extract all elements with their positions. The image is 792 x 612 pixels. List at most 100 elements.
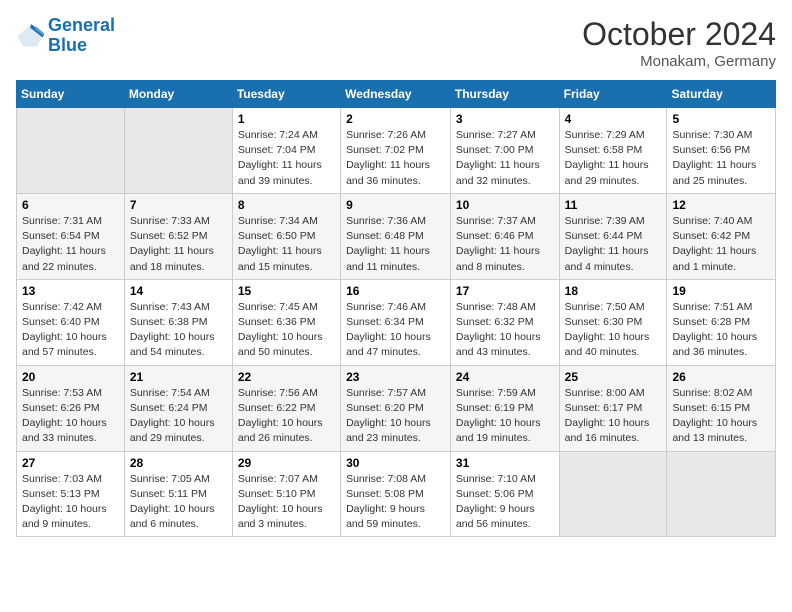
day-number: 17 [456, 284, 554, 298]
day-cell: 27Sunrise: 7:03 AM Sunset: 5:13 PM Dayli… [17, 451, 125, 537]
day-info: Sunrise: 7:37 AM Sunset: 6:46 PM Dayligh… [456, 214, 554, 275]
title-block: October 2024 Monakam, Germany [582, 16, 776, 70]
day-cell: 7Sunrise: 7:33 AM Sunset: 6:52 PM Daylig… [124, 193, 232, 279]
day-info: Sunrise: 7:40 AM Sunset: 6:42 PM Dayligh… [672, 214, 770, 275]
day-cell: 13 Sunrise: 7:42 AM Sunset: 6:40 PM Dayli… [17, 279, 125, 365]
day-number: 14 [130, 284, 227, 298]
day-cell: 5 Sunrise: 7:30 AM Sunset: 6:56 PM Daylig… [667, 108, 776, 194]
day-info: Sunrise: 7:10 AM Sunset: 5:06 PM Dayligh… [456, 472, 554, 533]
day-cell: 21 Sunrise: 7:54 AM Sunset: 6:24 PM Dayli… [124, 365, 232, 451]
day-number: 21 [130, 370, 227, 384]
week-row-4: 20Sunrise: 7:53 AM Sunset: 6:26 PM Dayli… [17, 365, 776, 451]
day-number: 24 [456, 370, 554, 384]
day-info: Sunrise: 7:36 AM Sunset: 6:48 PM Dayligh… [346, 214, 445, 275]
day-cell [559, 451, 667, 537]
day-cell: 9 Sunrise: 7:36 AM Sunset: 6:48 PM Daylig… [341, 193, 451, 279]
day-info: Sunrise: 8:02 AM Sunset: 6:15 PM Dayligh… [672, 386, 770, 447]
day-cell: 3 Sunrise: 7:27 AM Sunset: 7:00 PM Daylig… [450, 108, 559, 194]
day-info: Sunrise: 7:46 AM Sunset: 6:34 PM Dayligh… [346, 300, 445, 361]
day-cell: 8 Sunrise: 7:34 AM Sunset: 6:50 PM Daylig… [232, 193, 340, 279]
day-cell: 12 Sunrise: 7:40 AM Sunset: 6:42 PM Dayli… [667, 193, 776, 279]
day-info: Sunrise: 7:34 AM Sunset: 6:50 PM Dayligh… [238, 214, 335, 275]
day-number: 2 [346, 112, 445, 126]
day-cell [17, 108, 125, 194]
day-cell [124, 108, 232, 194]
day-cell: 16 Sunrise: 7:46 AM Sunset: 6:34 PM Dayli… [341, 279, 451, 365]
col-header-saturday: Saturday [667, 81, 776, 108]
day-info: Sunrise: 7:59 AM Sunset: 6:19 PM Dayligh… [456, 386, 554, 447]
day-cell: 31Sunrise: 7:10 AM Sunset: 5:06 PM Dayli… [450, 451, 559, 537]
col-header-wednesday: Wednesday [341, 81, 451, 108]
day-cell: 15 Sunrise: 7:45 AM Sunset: 6:36 PM Dayli… [232, 279, 340, 365]
month-title: October 2024 [582, 16, 776, 53]
day-number: 22 [238, 370, 335, 384]
day-number: 13 [22, 284, 119, 298]
day-cell: 4 Sunrise: 7:29 AM Sunset: 6:58 PM Daylig… [559, 108, 667, 194]
week-row-5: 27Sunrise: 7:03 AM Sunset: 5:13 PM Dayli… [17, 451, 776, 537]
logo: General Blue [16, 16, 115, 56]
day-info: Sunrise: 7:43 AM Sunset: 6:38 PM Dayligh… [130, 300, 227, 361]
day-info: Sunrise: 7:27 AM Sunset: 7:00 PM Dayligh… [456, 128, 554, 189]
day-cell: 14 Sunrise: 7:43 AM Sunset: 6:38 PM Dayli… [124, 279, 232, 365]
day-cell: 23 Sunrise: 7:57 AM Sunset: 6:20 PM Dayli… [341, 365, 451, 451]
week-row-2: 6Sunrise: 7:31 AM Sunset: 6:54 PM Daylig… [17, 193, 776, 279]
day-number: 1 [238, 112, 335, 126]
day-info: Sunrise: 7:51 AM Sunset: 6:28 PM Dayligh… [672, 300, 770, 361]
day-info: Sunrise: 7:05 AM Sunset: 5:11 PM Dayligh… [130, 472, 227, 533]
day-number: 5 [672, 112, 770, 126]
day-cell: 18Sunrise: 7:50 AM Sunset: 6:30 PM Dayli… [559, 279, 667, 365]
day-number: 7 [130, 198, 227, 212]
day-cell [667, 451, 776, 537]
day-info: Sunrise: 7:57 AM Sunset: 6:20 PM Dayligh… [346, 386, 445, 447]
day-cell: 19 Sunrise: 7:51 AM Sunset: 6:28 PM Dayli… [667, 279, 776, 365]
day-number: 12 [672, 198, 770, 212]
day-number: 6 [22, 198, 119, 212]
day-number: 16 [346, 284, 445, 298]
day-info: Sunrise: 7:26 AM Sunset: 7:02 PM Dayligh… [346, 128, 445, 189]
day-cell: 28 Sunrise: 7:05 AM Sunset: 5:11 PM Dayli… [124, 451, 232, 537]
week-row-1: 1 Sunrise: 7:24 AM Sunset: 7:04 PM Daylig… [17, 108, 776, 194]
calendar-table: SundayMondayTuesdayWednesdayThursdayFrid… [16, 80, 776, 537]
day-info: Sunrise: 7:07 AM Sunset: 5:10 PM Dayligh… [238, 472, 335, 533]
day-number: 30 [346, 456, 445, 470]
day-number: 23 [346, 370, 445, 384]
calendar-header: SundayMondayTuesdayWednesdayThursdayFrid… [17, 81, 776, 108]
day-cell: 6Sunrise: 7:31 AM Sunset: 6:54 PM Daylig… [17, 193, 125, 279]
day-cell: 24 Sunrise: 7:59 AM Sunset: 6:19 PM Dayli… [450, 365, 559, 451]
location-subtitle: Monakam, Germany [582, 53, 776, 70]
day-cell: 1 Sunrise: 7:24 AM Sunset: 7:04 PM Daylig… [232, 108, 340, 194]
day-info: Sunrise: 7:29 AM Sunset: 6:58 PM Dayligh… [565, 128, 662, 189]
day-info: Sunrise: 7:39 AM Sunset: 6:44 PM Dayligh… [565, 214, 662, 275]
day-info: Sunrise: 7:50 AM Sunset: 6:30 PM Dayligh… [565, 300, 662, 361]
day-number: 26 [672, 370, 770, 384]
day-number: 15 [238, 284, 335, 298]
day-number: 4 [565, 112, 662, 126]
day-info: Sunrise: 7:30 AM Sunset: 6:56 PM Dayligh… [672, 128, 770, 189]
day-cell: 29 Sunrise: 7:07 AM Sunset: 5:10 PM Dayli… [232, 451, 340, 537]
day-number: 3 [456, 112, 554, 126]
day-info: Sunrise: 7:03 AM Sunset: 5:13 PM Dayligh… [22, 472, 119, 533]
day-info: Sunrise: 7:42 AM Sunset: 6:40 PM Dayligh… [22, 300, 119, 361]
day-cell: 2 Sunrise: 7:26 AM Sunset: 7:02 PM Daylig… [341, 108, 451, 194]
day-number: 8 [238, 198, 335, 212]
logo-icon [16, 22, 44, 50]
day-number: 19 [672, 284, 770, 298]
day-cell: 17Sunrise: 7:48 AM Sunset: 6:32 PM Dayli… [450, 279, 559, 365]
day-number: 9 [346, 198, 445, 212]
day-number: 25 [565, 370, 662, 384]
day-cell: 11Sunrise: 7:39 AM Sunset: 6:44 PM Dayli… [559, 193, 667, 279]
day-info: Sunrise: 7:24 AM Sunset: 7:04 PM Dayligh… [238, 128, 335, 189]
day-cell: 22 Sunrise: 7:56 AM Sunset: 6:22 PM Dayli… [232, 365, 340, 451]
day-info: Sunrise: 8:00 AM Sunset: 6:17 PM Dayligh… [565, 386, 662, 447]
day-cell: 25 Sunrise: 8:00 AM Sunset: 6:17 PM Dayli… [559, 365, 667, 451]
day-info: Sunrise: 7:56 AM Sunset: 6:22 PM Dayligh… [238, 386, 335, 447]
logo-text: General Blue [48, 16, 115, 56]
day-number: 28 [130, 456, 227, 470]
day-number: 29 [238, 456, 335, 470]
day-number: 20 [22, 370, 119, 384]
col-header-monday: Monday [124, 81, 232, 108]
week-row-3: 13 Sunrise: 7:42 AM Sunset: 6:40 PM Dayli… [17, 279, 776, 365]
day-info: Sunrise: 7:45 AM Sunset: 6:36 PM Dayligh… [238, 300, 335, 361]
day-cell: 10Sunrise: 7:37 AM Sunset: 6:46 PM Dayli… [450, 193, 559, 279]
day-info: Sunrise: 7:54 AM Sunset: 6:24 PM Dayligh… [130, 386, 227, 447]
